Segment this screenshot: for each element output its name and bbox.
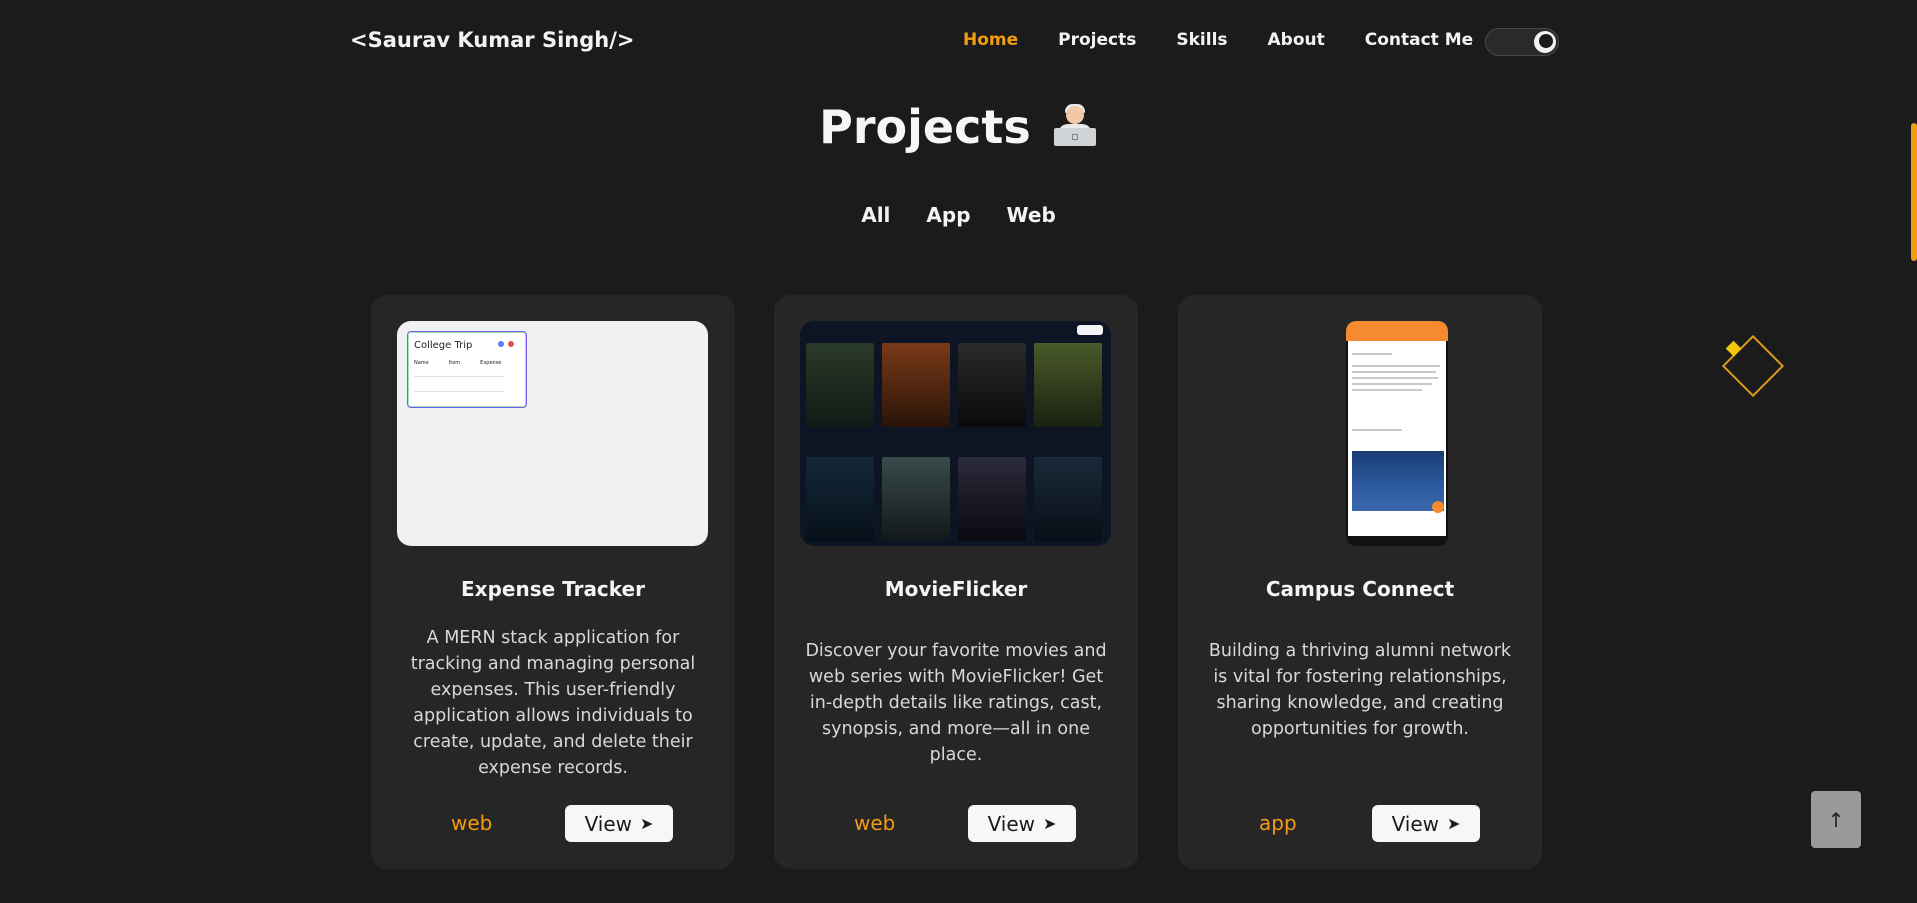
project-card-movieflicker: MovieFlicker Discover your favorite movi… (774, 295, 1138, 869)
section-heading: Projects (0, 100, 1917, 154)
theme-toggle[interactable] (1485, 28, 1559, 56)
arrow-up-icon: ↑ (1827, 807, 1845, 832)
project-tag: app (1259, 811, 1297, 835)
post-photo (1352, 451, 1444, 511)
arrow-right-icon: ➤ (640, 814, 654, 833)
project-preview-image: College Trip Name Item Expense (397, 321, 708, 546)
movie-poster (1034, 343, 1102, 427)
nav-item-skills[interactable]: Skills (1176, 30, 1227, 50)
view-button[interactable]: View ➤ (968, 805, 1076, 842)
view-label: View (584, 811, 633, 836)
project-description: A MERN stack application for tracking an… (410, 628, 696, 778)
navbar: <Saurav Kumar Singh/> Home Projects Skil… (0, 0, 1917, 84)
movie-poster (806, 457, 874, 541)
project-title: Expense Tracker (461, 577, 645, 601)
project-filters: All App Web (0, 203, 1917, 227)
nav-links: Home Projects Skills About Contact Me (963, 30, 1513, 50)
movie-poster (882, 343, 950, 427)
view-button[interactable]: View ➤ (1372, 805, 1480, 842)
filter-web[interactable]: Web (1007, 203, 1056, 227)
filter-all[interactable]: All (861, 203, 890, 227)
arrow-right-icon: ➤ (1447, 814, 1461, 833)
project-tag: web (854, 811, 896, 835)
project-description: Building a thriving alumni network is vi… (1208, 641, 1512, 739)
movie-poster (958, 343, 1026, 427)
view-label: View (1391, 811, 1440, 836)
project-tag: web (451, 811, 493, 835)
movie-poster (806, 343, 874, 427)
project-card-campus-connect: Campus Connect Building a thriving alumn… (1178, 295, 1542, 869)
edit-icon (498, 341, 504, 347)
add-post-icon (1432, 501, 1444, 513)
project-card-expense-tracker: College Trip Name Item Expense Expense T… (371, 295, 735, 869)
delete-icon (508, 341, 514, 347)
expense-preview-header: Name Item Expense (414, 360, 502, 366)
project-description: Discover your favorite movies and web se… (805, 641, 1107, 765)
movie-poster (1034, 457, 1102, 541)
expense-preview-title: College Trip (414, 340, 473, 351)
movie-poster (882, 457, 950, 541)
phone-mockup (1346, 321, 1448, 546)
moon-icon (1534, 31, 1556, 53)
expense-preview-box: College Trip Name Item Expense (407, 331, 527, 408)
scroll-to-top-button[interactable]: ↑ (1811, 791, 1861, 848)
project-preview-image (800, 321, 1111, 546)
nav-item-home[interactable]: Home (963, 30, 1018, 50)
scroll-indicator[interactable] (1911, 123, 1917, 261)
project-title: MovieFlicker (884, 577, 1028, 601)
technologist-emoji-icon (1052, 104, 1098, 148)
view-label: View (987, 811, 1036, 836)
search-pill (1077, 325, 1103, 335)
movie-poster (958, 457, 1026, 541)
arrow-right-icon: ➤ (1043, 814, 1057, 833)
filter-app[interactable]: App (926, 203, 970, 227)
nav-item-projects[interactable]: Projects (1058, 30, 1136, 50)
brand-logo[interactable]: <Saurav Kumar Singh/> (350, 28, 634, 52)
project-preview-image (1204, 321, 1515, 546)
view-button[interactable]: View ➤ (565, 805, 673, 842)
project-title: Campus Connect (1265, 577, 1455, 601)
page-title: Projects (819, 100, 1031, 154)
nav-item-about[interactable]: About (1268, 30, 1325, 50)
nav-item-contact[interactable]: Contact Me (1365, 30, 1473, 50)
